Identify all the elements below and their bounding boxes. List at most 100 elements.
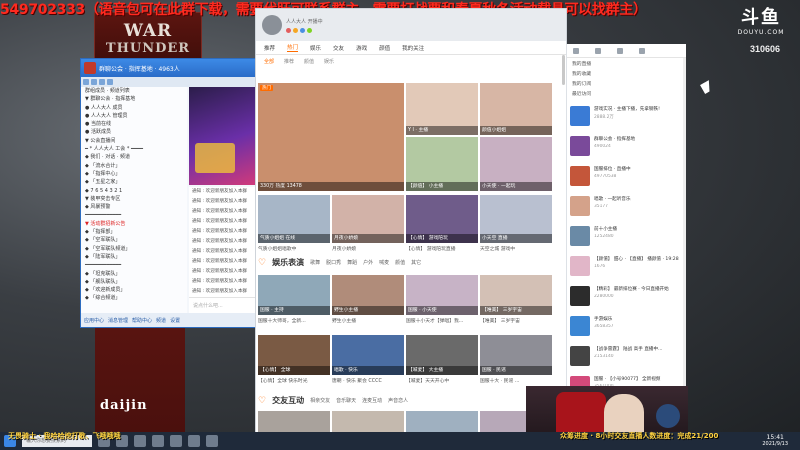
- right-menu-item[interactable]: 我的直播: [572, 60, 681, 70]
- feed-item[interactable]: 群聊公会 · 指挥基地 490024: [570, 134, 686, 162]
- stream-card[interactable]: 国服 · 民谣: [480, 335, 552, 375]
- tab-1[interactable]: 热门: [287, 43, 299, 52]
- tab-4[interactable]: 游戏: [356, 44, 367, 52]
- video-icon[interactable]: [91, 79, 97, 85]
- feed-item[interactable]: 游戏实况 · 主播下播，先拿钢铁! 2888.2万: [570, 104, 686, 132]
- channel-item[interactable]: ◆ 「指挥中心」: [81, 170, 187, 178]
- stream-card[interactable]: [258, 411, 330, 433]
- stream-card[interactable]: 【心情】 游戏陪玩: [406, 195, 478, 243]
- channel-item[interactable]: ● 人人大人 管理员: [81, 112, 187, 120]
- feed-item[interactable]: 手游娱乐 3658357: [570, 314, 686, 342]
- stream-card[interactable]: [406, 411, 478, 433]
- stream-card[interactable]: 【喊麦】 大主播: [406, 335, 478, 375]
- stream-card[interactable]: 月夜小娇娘: [332, 195, 404, 243]
- channel-item[interactable]: ━━━━━━━━━━━━: [81, 211, 187, 219]
- section-link[interactable]: 相亲交友: [310, 397, 330, 404]
- user-icon[interactable]: [595, 47, 601, 54]
- section-link[interactable]: 脱口秀: [326, 259, 341, 266]
- channel-item[interactable]: ◆ 我们 · 对话 · 频道: [81, 153, 187, 161]
- file-icon[interactable]: [99, 79, 105, 85]
- right-menu-item[interactable]: 我的订阅: [572, 80, 681, 90]
- section-link[interactable]: 歌舞: [310, 259, 320, 266]
- stream-card[interactable]: 【心情】 全球: [258, 335, 330, 375]
- stream-title[interactable]: 野生小主播: [332, 317, 404, 324]
- stream-title[interactable]: 月夜小娇娘: [332, 245, 404, 252]
- feed-item[interactable]: 唱歌 · 一起听音乐 35177: [570, 194, 686, 222]
- feed-item[interactable]: 【精彩】 最新排位赛 · 今日直播开始 2280000: [570, 284, 686, 312]
- settings-icon[interactable]: [107, 79, 113, 85]
- tab-2[interactable]: 娱乐: [310, 44, 321, 52]
- channel-item[interactable]: ◆ 「陆军联队」: [81, 253, 187, 261]
- channel-item[interactable]: ◆ 「坦克联队」: [81, 270, 187, 278]
- section-link[interactable]: 音乐聊天: [336, 397, 356, 404]
- stream-card[interactable]: 【唯美】 三岁宇宙: [480, 275, 552, 315]
- right-menu-item[interactable]: 最近访问: [572, 90, 681, 100]
- stream-card[interactable]: 【颜值】 小主播: [406, 137, 478, 191]
- channel-item[interactable]: ▼ 公会直播间: [81, 137, 187, 145]
- stream-title[interactable]: 【心情】 游戏陪玩直播: [406, 245, 478, 252]
- tab-5[interactable]: 颜值: [379, 44, 390, 52]
- right-menu-item[interactable]: 我的收藏: [572, 70, 681, 80]
- stream-card[interactable]: 小天空 直播: [480, 195, 552, 243]
- channel-item[interactable]: ◆ 「指挥部」: [81, 228, 187, 236]
- channel-item[interactable]: ◆ 「空军联队」: [81, 236, 187, 244]
- feed-item[interactable]: 国服排位 · 直播中 49770538: [570, 164, 686, 192]
- user-avatar[interactable]: [262, 15, 282, 35]
- channel-item[interactable]: ━ * 人人大人 工会 * ━━━━: [81, 145, 187, 153]
- obs-icon[interactable]: [188, 435, 200, 447]
- section-link[interactable]: 连麦互动: [362, 397, 382, 404]
- chat-bottom-button[interactable]: 消息管理: [108, 317, 128, 324]
- section-link[interactable]: 户外: [363, 259, 373, 266]
- feed-item[interactable]: 【战争雷霆】 陆战 高手 直播中... 2153140: [570, 344, 686, 372]
- channel-item[interactable]: ● 活跃成员: [81, 128, 187, 136]
- channel-item[interactable]: ◆ 7 6 5 4 3 2 1: [81, 187, 187, 195]
- sub-tab[interactable]: 全部: [264, 58, 274, 65]
- sub-tab[interactable]: 娱乐: [324, 58, 334, 65]
- tab-3[interactable]: 交友: [333, 44, 344, 52]
- tab-0[interactable]: 推荐: [264, 44, 275, 52]
- chat-bottom-button[interactable]: 频道: [156, 317, 166, 324]
- home-icon[interactable]: [573, 47, 579, 54]
- channel-item[interactable]: ◆ 「舰队联队」: [81, 278, 187, 286]
- message-icon[interactable]: [617, 47, 623, 54]
- chat-app-icon[interactable]: [152, 435, 164, 447]
- stream-card[interactable]: [332, 411, 404, 433]
- channel-item[interactable]: ▼ 群聊公会 · 指挥基地: [81, 95, 187, 103]
- stream-title[interactable]: 气质小姐姐唱歌中: [258, 245, 330, 252]
- stream-title[interactable]: 【喊麦】天天开心中: [406, 377, 478, 384]
- stream-card[interactable]: 330万 热度 13478 热门: [258, 83, 404, 191]
- tab-6[interactable]: 我的关注: [402, 44, 424, 52]
- stream-title[interactable]: 国服十大师哥，全新...: [258, 317, 330, 324]
- section-link[interactable]: 颜值: [395, 259, 405, 266]
- section-link[interactable]: 声音恋人: [388, 397, 408, 404]
- channel-item[interactable]: ◆ 「空军联队频道」: [81, 245, 187, 253]
- channel-item[interactable]: ● 当前在线: [81, 120, 187, 128]
- section-link[interactable]: 其它: [411, 259, 421, 266]
- stream-card[interactable]: 野生小主播: [332, 275, 404, 315]
- chat-bottom-button[interactable]: 设置: [170, 317, 180, 324]
- stream-card[interactable]: Y I · 主播: [406, 83, 478, 135]
- channel-item[interactable]: ◆ 「综合频道」: [81, 294, 187, 302]
- stream-card[interactable]: 颜值小姐姐: [480, 83, 552, 135]
- sub-tab[interactable]: 颜值: [304, 58, 314, 65]
- browser-scrollbar[interactable]: [562, 55, 565, 85]
- feed-item[interactable]: 前十小主播 1252480: [570, 224, 686, 252]
- channel-item[interactable]: ● 人人大人 成员: [81, 104, 187, 112]
- channel-item[interactable]: ━━━━━━━━━━━━: [81, 261, 187, 269]
- channel-item[interactable]: ◆ 「欢迎新成员」: [81, 286, 187, 294]
- channel-item[interactable]: ◆ 风暴预警: [81, 203, 187, 211]
- section-link[interactable]: 喊麦: [379, 259, 389, 266]
- channel-item[interactable]: ◆ 「五星之家」: [81, 178, 187, 186]
- chat-bottom-button[interactable]: 应用中心: [84, 317, 104, 324]
- chat-input[interactable]: 说点什么吧...: [189, 297, 255, 311]
- history-icon[interactable]: [639, 47, 645, 54]
- stream-title[interactable]: 国服十小天才【弹唱】我...: [406, 317, 478, 324]
- stream-card[interactable]: 气质小姐姐 在线: [258, 195, 330, 243]
- stream-title[interactable]: 【心情】全球 快乐时光: [258, 377, 330, 384]
- stream-card[interactable]: 国服 · 小天使: [406, 275, 478, 315]
- voice-icon[interactable]: [83, 79, 89, 85]
- chat-titlebar[interactable]: 群聊公会 · 指挥基地 · 4963人: [81, 59, 255, 77]
- section-link[interactable]: 舞蹈: [347, 259, 357, 266]
- game-app-icon[interactable]: [170, 435, 182, 447]
- chat-bottom-button[interactable]: 帮助中心: [132, 317, 152, 324]
